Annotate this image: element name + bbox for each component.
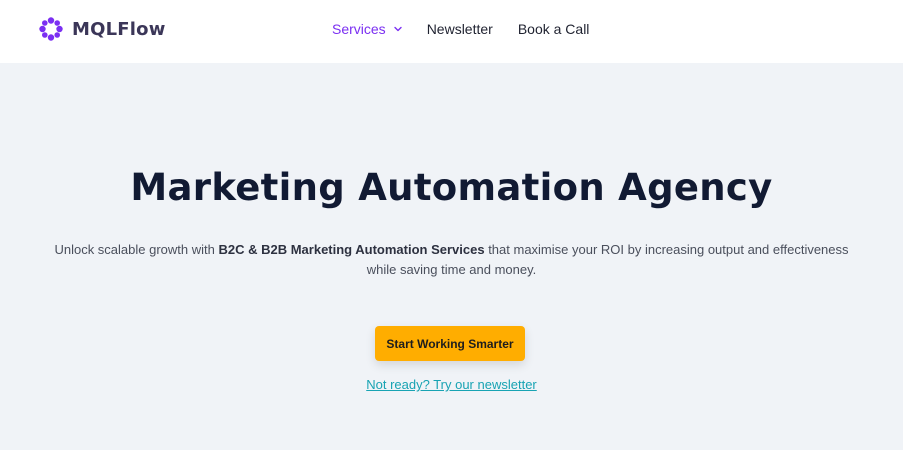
brand-home-link[interactable]: MQLFlow	[38, 16, 166, 42]
chevron-down-icon	[393, 26, 402, 32]
circle-dots-logo-icon	[39, 17, 63, 41]
hero-description-prefix: Unlock scalable growth with	[54, 242, 219, 257]
nav-item-newsletter[interactable]: Newsletter	[427, 20, 493, 38]
start-working-smarter-button[interactable]: Start Working Smarter	[375, 326, 525, 361]
main-nav: Services Newsletter Book a Call	[332, 20, 589, 38]
nav-item-newsletter-label: Newsletter	[426, 21, 493, 37]
hero-description: Unlock scalable growth with B2C & B2B Ma…	[48, 240, 855, 280]
hero-title: Marketing Automation Agency	[130, 166, 773, 209]
site-header: MQLFlow Services Newsletter Book a Call	[0, 0, 903, 63]
nav-item-book-a-call-label: Book a Call	[517, 21, 590, 37]
newsletter-link[interactable]: Not ready? Try our newsletter	[0, 377, 903, 392]
hero-description-emphasis: B2C & B2B Marketing Automation Services	[218, 242, 485, 257]
nav-item-services-label: Services	[332, 21, 386, 37]
nav-item-services[interactable]: Services	[332, 20, 403, 38]
hero-section: Marketing Automation Agency Unlock scala…	[0, 63, 903, 450]
nav-item-book-a-call[interactable]: Book a Call	[518, 20, 590, 38]
brand-name: MQLFlow	[72, 18, 166, 40]
